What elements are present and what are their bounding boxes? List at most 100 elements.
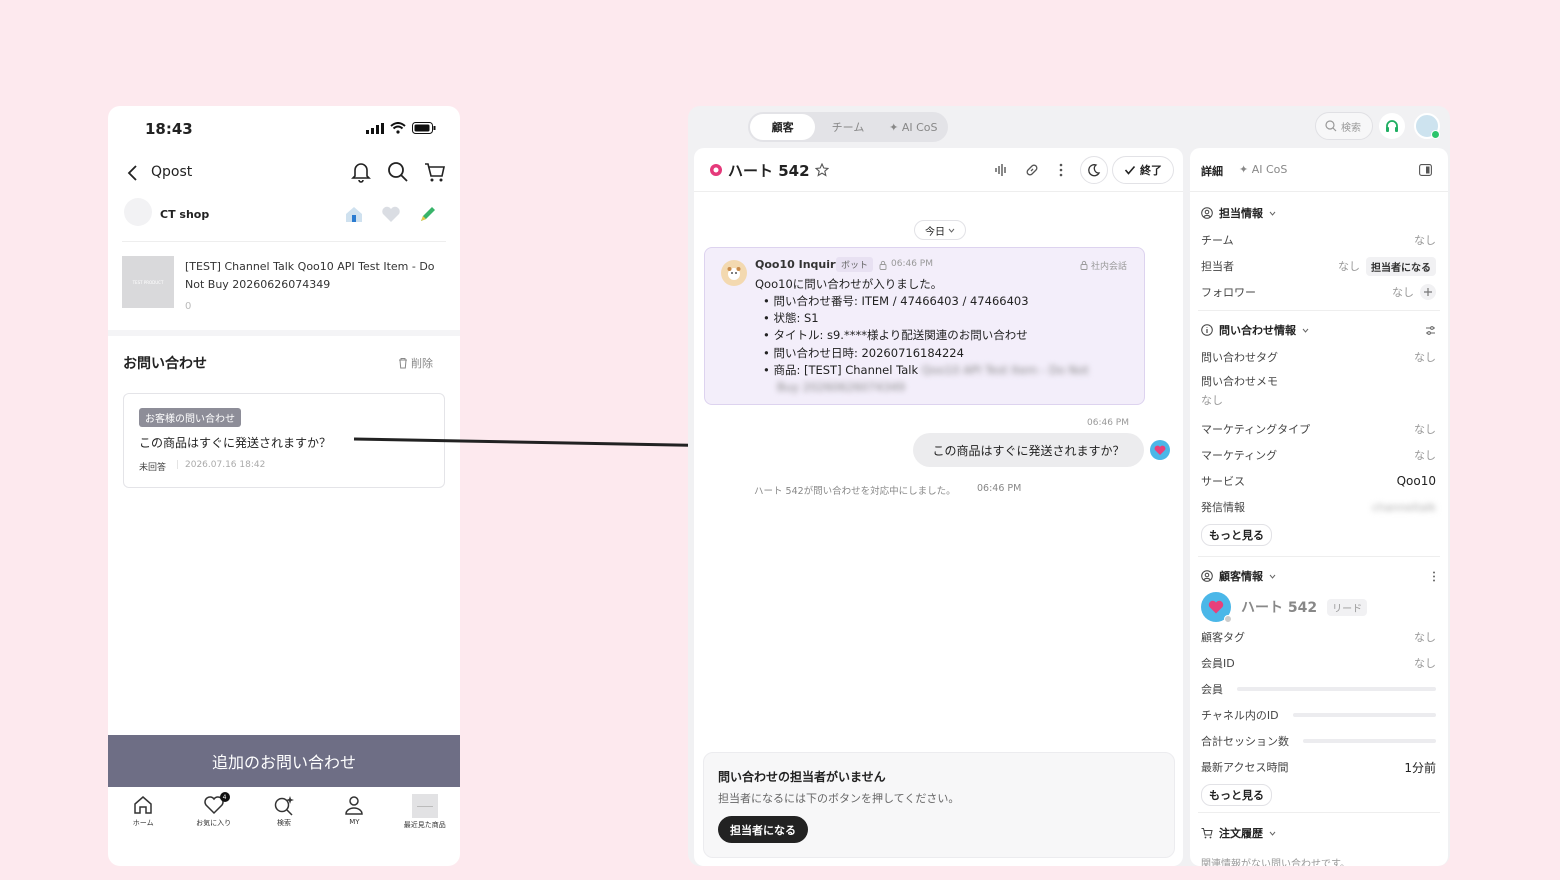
user-message-time: 06:46 PM <box>1087 418 1129 428</box>
headset-button[interactable] <box>1379 113 1405 139</box>
tab-my[interactable]: MY <box>324 794 384 826</box>
bot-name: Qoo10 Inquiry <box>755 258 843 271</box>
trash-icon <box>399 358 407 369</box>
close-chat-button[interactable]: 終了 <box>1112 156 1174 184</box>
tab-home[interactable]: ホーム <box>113 794 173 828</box>
bot-item: • タイトル: s9.****様より配送関連のお問い合わせ <box>763 328 1028 343</box>
bot-item: • 問い合わせ日時: 20260716184224 <box>763 345 964 360</box>
search-icon[interactable] <box>387 161 409 183</box>
heart-arrow-icon <box>1154 445 1166 455</box>
show-more-button[interactable]: もっと見る <box>1201 524 1272 546</box>
signal-icon <box>366 122 384 134</box>
team-value[interactable]: なし <box>1414 232 1436 248</box>
hamster-icon <box>727 267 741 280</box>
member-id-value[interactable]: なし <box>1414 655 1436 671</box>
lead-badge: リード <box>1327 598 1368 616</box>
customer-tag-row: 顧客タグ なし <box>1201 629 1436 645</box>
cart-icon[interactable] <box>423 160 447 184</box>
product-thumb-label: TEST PRODUCT <box>132 279 164 285</box>
bot-message-card: Qoo10 Inquiry ボット 06:46 PM 社内会話 Qoo10に問い… <box>704 247 1145 405</box>
tab-ai-cos-side[interactable]: ✦ AI CoS <box>1239 163 1287 176</box>
user-circle-icon <box>1201 570 1213 582</box>
product-card[interactable]: TEST PRODUCT [TEST] Channel Talk Qoo10 A… <box>122 246 446 332</box>
sessions-row: 合計セッション数 <box>1201 728 1436 754</box>
channel-id-placeholder <box>1292 713 1436 717</box>
recent-item-icon <box>411 794 438 818</box>
settings-sliders-icon[interactable] <box>1425 325 1436 336</box>
inquiry-section-title[interactable]: 問い合わせ情報 <box>1201 322 1309 338</box>
system-message-time: 06:46 PM <box>977 483 1022 494</box>
shop-heart-icon[interactable] <box>381 205 401 223</box>
assignee-section-title[interactable]: 担当情報 <box>1201 205 1436 221</box>
marketing-type-value[interactable]: なし <box>1414 421 1436 437</box>
service-row: サービス Qoo10 <box>1201 474 1436 488</box>
bot-avatar <box>721 260 747 286</box>
tab-favorites[interactable]: 4 お気に入り <box>184 792 244 828</box>
customer-info-section: 顧客情報 ハート 542 リード 顧客タグ なし 会員ID なし 会員 チャネル内の… <box>1201 568 1436 806</box>
heart-arrow-icon <box>1208 600 1224 614</box>
online-status-dot <box>1431 130 1440 139</box>
search-input[interactable]: 検索 <box>1315 112 1373 140</box>
tab-detail[interactable]: 詳細 <box>1201 163 1223 179</box>
back-icon[interactable] <box>126 164 138 182</box>
offline-status-dot <box>1224 615 1232 623</box>
chat-header: ハート 542 終了 <box>694 148 1183 192</box>
tab-label: MY <box>349 818 360 826</box>
customer-profile: ハート 542 リード <box>1201 592 1436 623</box>
cart-icon <box>1201 828 1213 839</box>
assign-title: 問い合わせの担当者がいません <box>718 770 886 784</box>
add-inquiry-button[interactable]: 追加のお問い合わせ <box>108 735 460 787</box>
customer-tag-value[interactable]: なし <box>1414 629 1436 645</box>
snooze-button[interactable] <box>1080 156 1108 184</box>
system-message: ハート 542が問い合わせを対応中にしました。 <box>754 486 956 497</box>
bell-icon[interactable] <box>350 160 372 184</box>
chevron-down-icon <box>1269 831 1276 836</box>
desk-app-window: 顧客 チーム ✦ AI CoS 検索 ハート 542 終了 今日 Qoo10 I… <box>688 106 1450 866</box>
mobile-app-screen: 18:43 Qpost CT shop TEST PRODUCT [TEST] … <box>108 106 460 866</box>
link-icon[interactable] <box>1025 163 1039 177</box>
last-access-row: 最新アクセス時間 1分前 <box>1201 760 1436 775</box>
marketing-value[interactable]: なし <box>1414 447 1436 463</box>
more-vertical-icon[interactable] <box>1058 163 1064 177</box>
voice-icon[interactable] <box>994 163 1008 177</box>
delete-button[interactable]: 削除 <box>398 355 433 371</box>
product-thumbnail: TEST PRODUCT <box>122 256 174 308</box>
tab-recent[interactable]: 最近見た商品 <box>395 794 455 830</box>
chat-panel: ハート 542 終了 今日 Qoo10 Inquiry ボット 06:46 PM… <box>694 148 1183 866</box>
customer-section-title[interactable]: 顧客情報 <box>1201 568 1276 584</box>
panel-toggle-icon[interactable] <box>1419 164 1432 176</box>
inquiry-tag-value[interactable]: なし <box>1414 349 1436 365</box>
user-avatar[interactable] <box>1414 113 1440 139</box>
star-icon[interactable] <box>815 163 829 177</box>
status-icons <box>366 122 436 134</box>
chat-title: ハート 542 <box>728 162 810 180</box>
tab-team[interactable]: チーム <box>815 114 880 140</box>
last-access-value: 1分前 <box>1404 760 1436 775</box>
blurred-product-name: Qoo10 API Test Item - Do Not <box>921 362 1089 377</box>
inquiry-memo-value[interactable]: なし <box>1201 392 1223 408</box>
shop-bar[interactable]: CT shop <box>122 198 446 242</box>
shop-home-icon[interactable] <box>344 205 364 223</box>
search-sparkle-icon <box>274 796 294 816</box>
become-assignee-chip[interactable]: 担当者になる <box>1366 256 1436 276</box>
blurred-product-name: Buy 20260626074349 <box>777 380 906 395</box>
more-vertical-icon[interactable] <box>1432 571 1436 582</box>
origin-row: 発信情報 channeltalk <box>1201 500 1436 515</box>
order-section-title[interactable]: 注文履歴 <box>1201 825 1436 841</box>
product-title: [TEST] Channel Talk Qoo10 API Test Item … <box>185 260 435 291</box>
bot-item-list: • 問い合わせ番号: ITEM / 47466403 / 47466403 • … <box>763 293 1089 396</box>
person-icon <box>345 796 364 815</box>
tab-ai-cos[interactable]: ✦ AI CoS <box>881 114 946 140</box>
tab-customer[interactable]: 顧客 <box>750 114 816 140</box>
inquiry-badge: お客様の問い合わせ <box>139 408 241 427</box>
tab-search[interactable]: 検索 <box>254 794 314 828</box>
bottom-tab-bar: ホーム 4 お気に入り 検索 MY 最近見た商品 <box>108 790 460 850</box>
show-more-button[interactable]: もっと見る <box>1201 784 1272 806</box>
close-label: 終了 <box>1140 164 1162 177</box>
bot-badge: ボット <box>836 257 874 272</box>
become-assignee-button[interactable]: 担当者になる <box>718 816 808 843</box>
bot-intro: Qoo10に問い合わせが入りました。 <box>755 277 943 291</box>
shop-pencil-icon[interactable] <box>418 204 438 224</box>
bot-item: • 問い合わせ番号: ITEM / 47466403 / 47466403 <box>763 294 1029 308</box>
add-follower-button[interactable] <box>1420 284 1436 300</box>
